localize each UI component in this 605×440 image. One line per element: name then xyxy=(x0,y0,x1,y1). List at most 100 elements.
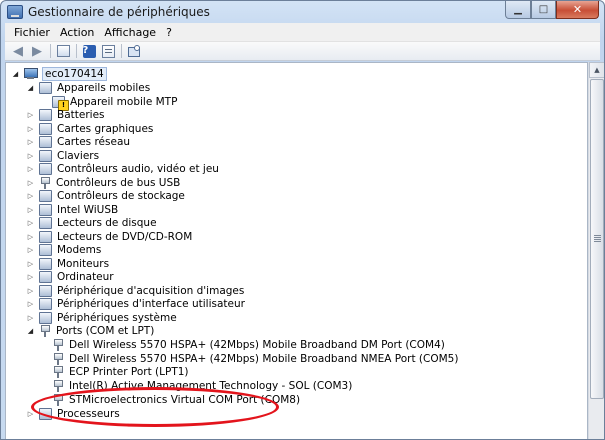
tree-item-lecteurs-disque[interactable]: ▷ Lecteurs de disque xyxy=(26,216,157,229)
collapse-arrow-icon[interactable]: ◢ xyxy=(26,326,35,335)
expand-arrow-icon[interactable]: ▷ xyxy=(26,313,35,322)
tree-item-claviers[interactable]: ▷ Claviers xyxy=(26,149,99,162)
tree-item-label: Dell Wireless 5570 HSPA+ (42Mbps) Mobile… xyxy=(69,338,445,351)
expand-arrow-icon[interactable]: ▷ xyxy=(26,245,35,254)
expand-arrow-icon[interactable]: ▷ xyxy=(26,164,35,173)
tree-item-controleurs-stockage[interactable]: ▷ Contrôleurs de stockage xyxy=(26,189,185,202)
tree-item-ordinateur[interactable]: ▷ Ordinateur xyxy=(26,270,114,283)
display-adapter-icon xyxy=(39,122,52,135)
tree-item-cartes-reseau[interactable]: ▷ Cartes réseau xyxy=(26,135,130,148)
maximize-button[interactable]: □ xyxy=(531,1,556,19)
tree-item-label: Appareils mobiles xyxy=(57,81,151,94)
tree-item-label: Périphériques système xyxy=(57,311,177,324)
tree-item-label: Lecteurs de disque xyxy=(57,216,157,229)
tree-item-label: Périphérique d'acquisition d'images xyxy=(57,284,245,297)
scan-hardware-icon[interactable] xyxy=(127,44,141,58)
sound-icon xyxy=(39,162,52,175)
tree-item-label: Contrôleurs audio, vidéo et jeu xyxy=(57,162,219,175)
tree-item-controleurs-audio[interactable]: ▷ Contrôleurs audio, vidéo et jeu xyxy=(26,162,219,175)
toolbar-separator xyxy=(50,44,51,58)
expand-arrow-icon[interactable]: ▷ xyxy=(26,299,35,308)
port-icon xyxy=(52,352,64,365)
tree-item-appareils-mobiles[interactable]: ◢ Appareils mobiles xyxy=(26,81,150,94)
tree-item-intel-wiusb[interactable]: ▷ Intel WiUSB xyxy=(26,203,118,216)
keyboard-icon xyxy=(39,149,52,162)
storage-controller-icon xyxy=(39,189,52,202)
toolbar: ◀ ▶ ? xyxy=(5,42,600,61)
tree-item-modems[interactable]: ▷ Modems xyxy=(26,243,101,256)
tree-item-batteries[interactable]: ▷ Batteries xyxy=(26,108,105,121)
tree-item-cartes-graphiques[interactable]: ▷ Cartes graphiques xyxy=(26,122,153,135)
red-highlight-ellipse xyxy=(31,387,279,427)
scrollbar-thumb[interactable] xyxy=(590,79,604,399)
expand-arrow-icon[interactable]: ▷ xyxy=(26,110,35,119)
expand-arrow-icon[interactable]: ▷ xyxy=(26,272,35,281)
scroll-up-icon[interactable]: ▲ xyxy=(589,62,604,78)
expand-arrow-icon[interactable]: ▷ xyxy=(26,137,35,146)
device-tree[interactable]: ◢ eco170414 ◢ Appareils mobiles Appareil… xyxy=(5,62,588,439)
tree-item-label: Batteries xyxy=(57,108,105,121)
window-title: Gestionnaire de périphériques xyxy=(28,5,210,19)
computer-icon xyxy=(24,67,38,80)
tree-item-label: Claviers xyxy=(57,149,100,162)
tree-root[interactable]: ◢ eco170414 xyxy=(11,66,107,81)
title-bar[interactable]: Gestionnaire de périphériques ▁ □ ✕ xyxy=(1,1,604,23)
menu-fichier[interactable]: Fichier xyxy=(9,26,55,39)
network-adapter-icon xyxy=(39,135,52,148)
tree-item-controleurs-usb[interactable]: ▷ Contrôleurs de bus USB xyxy=(26,176,180,189)
tree-item-interface-utilisateur[interactable]: ▷ Périphériques d'interface utilisateur xyxy=(26,297,245,310)
expand-arrow-icon[interactable]: ▷ xyxy=(26,259,35,268)
expand-arrow-icon[interactable]: ▷ xyxy=(26,205,35,214)
menu-help[interactable]: ? xyxy=(161,26,177,39)
expand-arrow-icon[interactable]: ▷ xyxy=(26,232,35,241)
tree-item-label: ECP Printer Port (LPT1) xyxy=(69,365,189,378)
tree-child-mtp[interactable]: Appareil mobile MTP xyxy=(52,95,178,111)
dvd-drive-icon xyxy=(39,230,52,243)
disk-drive-icon xyxy=(39,216,52,229)
tree-item-label: Intel WiUSB xyxy=(57,203,119,216)
collapse-arrow-icon[interactable]: ◢ xyxy=(11,69,20,78)
computer-icon xyxy=(39,270,52,283)
mobile-devices-icon xyxy=(39,81,52,94)
tree-item-lecteurs-dvd[interactable]: ▷ Lecteurs de DVD/CD-ROM xyxy=(26,230,192,243)
imaging-device-icon xyxy=(39,284,52,297)
tree-item-moniteurs[interactable]: ▷ Moniteurs xyxy=(26,257,109,270)
tree-item-label: Modems xyxy=(57,243,102,256)
tree-item-label: Dell Wireless 5570 HSPA+ (42Mbps) Mobile… xyxy=(69,352,459,365)
device-manager-icon xyxy=(7,5,23,19)
tree-item-label: Ports (COM et LPT) xyxy=(56,324,155,337)
minimize-button[interactable]: ▁ xyxy=(505,1,531,19)
properties-icon[interactable] xyxy=(101,44,115,58)
port-icon xyxy=(39,324,51,337)
tree-item-label: Appareil mobile MTP xyxy=(70,95,178,108)
usb-icon xyxy=(39,176,51,189)
help-icon[interactable]: ? xyxy=(82,44,96,58)
forward-arrow-icon[interactable]: ▶ xyxy=(29,44,45,59)
scrollbar-grip-icon xyxy=(594,235,601,236)
expand-arrow-icon[interactable]: ▷ xyxy=(26,286,35,295)
tree-item-peripheriques-systeme[interactable]: ▷ Périphériques système xyxy=(26,311,177,324)
tree-item-acquisition-images[interactable]: ▷ Périphérique d'acquisition d'images xyxy=(26,284,244,297)
expand-arrow-icon[interactable]: ▷ xyxy=(26,218,35,227)
tree-item-ports[interactable]: ◢ Ports (COM et LPT) xyxy=(26,324,154,337)
port-icon xyxy=(52,365,64,378)
expand-arrow-icon[interactable]: ▷ xyxy=(26,178,35,187)
tree-root-label: eco170414 xyxy=(42,66,107,81)
tree-child-port-com4[interactable]: Dell Wireless 5570 HSPA+ (42Mbps) Mobile… xyxy=(52,338,445,351)
collapse-arrow-icon[interactable]: ◢ xyxy=(26,83,35,92)
wiusb-icon xyxy=(39,203,52,216)
menu-affichage[interactable]: Affichage xyxy=(99,26,161,39)
tree-child-port-com5[interactable]: Dell Wireless 5570 HSPA+ (42Mbps) Mobile… xyxy=(52,352,458,365)
tree-child-port-lpt1[interactable]: ECP Printer Port (LPT1) xyxy=(52,365,189,378)
expand-arrow-icon[interactable]: ▷ xyxy=(26,191,35,200)
show-hide-console-tree-icon[interactable] xyxy=(56,45,70,57)
tree-item-label: Moniteurs xyxy=(57,257,110,270)
back-arrow-icon[interactable]: ◀ xyxy=(10,44,26,59)
tree-item-label: Lecteurs de DVD/CD-ROM xyxy=(57,230,193,243)
vertical-scrollbar[interactable]: ▲ xyxy=(588,62,604,439)
close-button[interactable]: ✕ xyxy=(556,1,599,19)
tree-item-label: Périphériques d'interface utilisateur xyxy=(57,297,245,310)
expand-arrow-icon[interactable]: ▷ xyxy=(26,124,35,133)
expand-arrow-icon[interactable]: ▷ xyxy=(26,151,35,160)
menu-action[interactable]: Action xyxy=(55,26,99,39)
